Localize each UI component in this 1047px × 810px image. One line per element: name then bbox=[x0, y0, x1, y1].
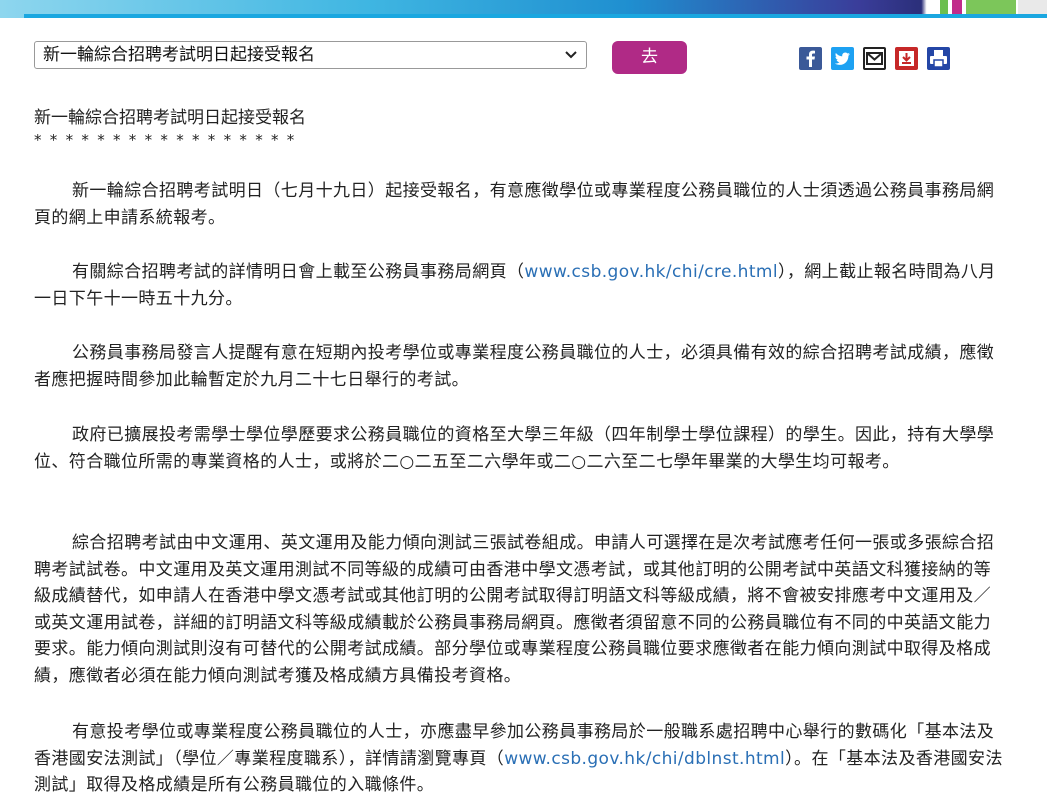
download-icon[interactable] bbox=[895, 47, 918, 70]
twitter-icon[interactable] bbox=[831, 47, 854, 70]
print-icon[interactable] bbox=[927, 47, 950, 70]
paragraph-5: 綜合招聘考試由中文運用、英文運用及能力傾向測試三張試卷組成。申請人可選擇在是次考… bbox=[34, 533, 995, 686]
paragraph-6: 有意投考學位或專業程度公務員職位的人士，亦應盡早參加公務員事務局於一般職系處招聘… bbox=[34, 719, 1004, 799]
title-divider-stars: ***************** bbox=[34, 131, 303, 149]
top-banner bbox=[0, 0, 1047, 18]
banner-strip bbox=[940, 0, 948, 14]
cre-link[interactable]: www.csb.gov.hk/chi/cre.html bbox=[524, 262, 778, 282]
email-icon[interactable] bbox=[863, 47, 886, 70]
banner-strip bbox=[966, 0, 1016, 14]
chevron-down-icon bbox=[564, 42, 578, 78]
paragraph-2-text-a: 有關綜合招聘考試的詳情明日會上載至公務員事務局網頁（ bbox=[72, 262, 525, 282]
go-button[interactable]: 去 bbox=[612, 41, 687, 74]
banner-line bbox=[24, 14, 1047, 18]
paragraph-3: 公務員事務局發言人提醒有意在短期內投考學位或專業程度公務員職位的人士，必須具備有… bbox=[34, 343, 995, 390]
banner-strip bbox=[1018, 0, 1047, 14]
facebook-icon[interactable] bbox=[799, 47, 822, 70]
select-value: 新一輪綜合招聘考試明日起接受報名 bbox=[43, 45, 315, 65]
paragraph-4: 政府已擴展投考需學士學位學歷要求公務員職位的資格至大學三年級（四年制學士學位課程… bbox=[34, 425, 995, 472]
article-title: 新一輪綜合招聘考試明日起接受報名 bbox=[34, 108, 306, 128]
banner-strip bbox=[930, 0, 936, 14]
paragraph-2: 有關綜合招聘考試的詳情明日會上載至公務員事務局網頁（www.csb.gov.hk… bbox=[34, 259, 1004, 312]
dblnst-link[interactable]: www.csb.gov.hk/chi/dblnst.html bbox=[504, 749, 785, 769]
press-release-select[interactable]: 新一輪綜合招聘考試明日起接受報名 bbox=[34, 41, 587, 69]
paragraph-1: 新一輪綜合招聘考試明日（七月十九日）起接受報名，有意應徵學位或專業程度公務員職位… bbox=[34, 181, 995, 228]
banner-strip bbox=[952, 0, 962, 14]
